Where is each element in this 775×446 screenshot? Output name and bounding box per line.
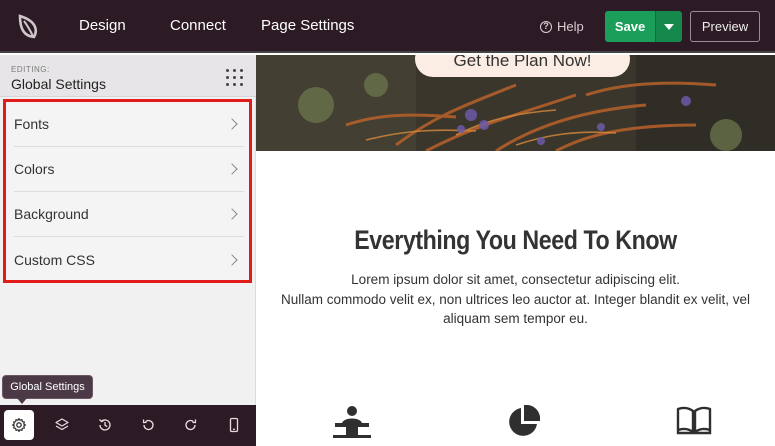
nav-design[interactable]: Design [79,17,126,34]
help-icon: ? [540,20,552,33]
settings-item-label: Fonts [14,116,50,132]
redo-icon [185,419,197,431]
settings-item-background[interactable]: Background [14,192,244,237]
redo-button[interactable] [176,410,206,440]
mobile-icon [229,417,239,433]
body-text-line: aliquam sem tempor eu. [443,311,588,326]
settings-item-custom-css[interactable]: Custom CSS [14,237,244,282]
section-heading: Everything You Need To Know [354,225,677,255]
chevron-right-icon [226,118,238,130]
top-bar: Design Connect Page Settings ? Help Save… [0,0,775,53]
gear-icon [11,417,27,433]
open-book-icon [676,406,712,435]
help-link[interactable]: ? Help [540,19,584,34]
content-section: Everything You Need To Know Lorem ipsum … [256,151,775,446]
chevron-right-icon [226,163,238,175]
pie-chart-icon [509,405,540,436]
history-button[interactable] [90,410,120,440]
nav-page-settings[interactable]: Page Settings [261,17,354,34]
save-options-dropdown[interactable] [655,11,682,42]
settings-item-label: Background [14,206,89,222]
undo-icon [142,419,154,431]
save-button[interactable]: Save [605,11,655,42]
preview-button[interactable]: Preview [690,11,760,42]
person-desk-icon [333,406,371,438]
editing-header: EDITING: Global Settings [0,55,256,97]
seedprod-logo-icon[interactable] [14,11,44,41]
chevron-right-icon [226,253,238,266]
nav-connect[interactable]: Connect [170,17,226,34]
layers-button[interactable] [47,410,77,440]
editing-label: EDITING: [11,65,50,74]
editing-title: Global Settings [11,76,106,92]
blocks-grid-icon[interactable] [226,69,243,86]
global-settings-list: Fonts Colors Background Custom CSS [3,99,252,283]
chevron-right-icon [226,208,238,220]
settings-item-colors[interactable]: Colors [14,147,244,192]
settings-item-label: Custom CSS [14,251,95,268]
settings-item-label: Colors [14,161,55,177]
sidebar: EDITING: Global Settings Fonts Colors Ba… [0,55,256,446]
bottom-toolbar [0,405,256,446]
mobile-preview-button[interactable] [219,410,249,440]
caret-down-icon [664,23,674,30]
body-text-line: Lorem ipsum dolor sit amet, consectetur … [351,272,680,287]
layers-icon [55,418,69,431]
global-settings-button[interactable] [4,410,34,440]
get-plan-button[interactable]: Get the Plan Now! [415,55,630,77]
history-icon [99,419,111,431]
hero-image: Get the Plan Now! [256,55,775,151]
settings-item-fonts[interactable]: Fonts [14,102,244,147]
body-text-line: Nullam commodo velit ex, non ultrices le… [281,292,750,307]
global-settings-tooltip: Global Settings [2,375,93,404]
help-label: Help [557,19,584,34]
undo-button[interactable] [133,410,163,440]
